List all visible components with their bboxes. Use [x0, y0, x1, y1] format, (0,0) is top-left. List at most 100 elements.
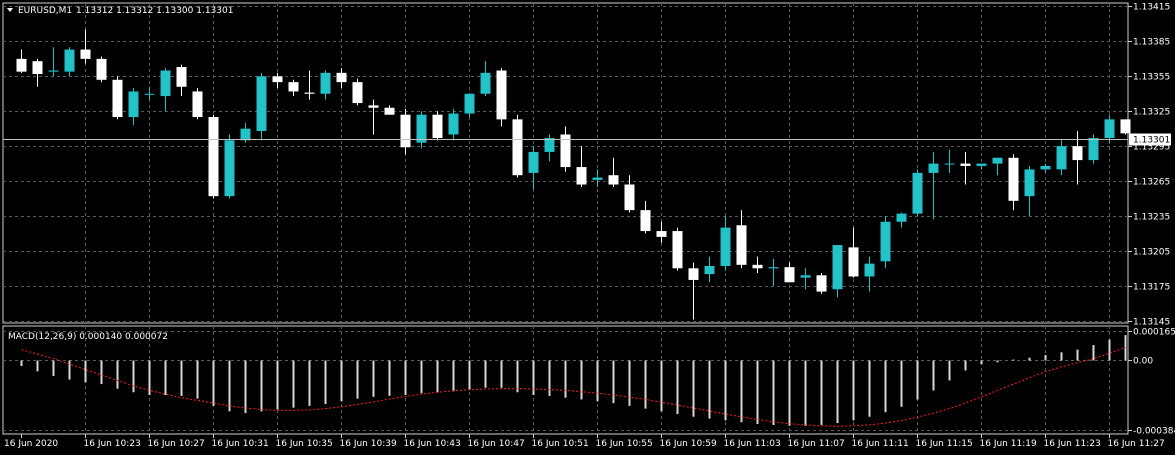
symbol-header[interactable]: EURUSD,M1 1.13312 1.13312 1.13300 1.1330… — [7, 6, 233, 16]
candle-bull — [464, 93, 475, 114]
candle-bull — [64, 49, 75, 72]
candle-bear — [288, 82, 299, 92]
candle-bear — [512, 119, 523, 176]
candle-bull — [880, 221, 891, 262]
candle-bull — [160, 70, 171, 97]
candle-bear — [16, 58, 27, 72]
candle-bear — [96, 58, 107, 80]
time-tick-label: 16 Jun 11:27 — [1108, 439, 1165, 449]
time-tick-label: 16 Jun 11:11 — [852, 439, 909, 449]
time-tick-label: 16 Jun 2020 — [4, 439, 58, 449]
candle-bull — [864, 263, 875, 277]
candle-bull — [1040, 165, 1051, 170]
candle-bull — [240, 128, 251, 141]
candle-bear — [272, 76, 283, 83]
ohlc-values: 1.13312 1.13312 1.13300 1.13301 — [76, 6, 233, 16]
candle-bear — [672, 231, 683, 269]
candle-bull — [832, 245, 843, 290]
time-tick-label: 16 Jun 11:15 — [916, 439, 973, 449]
time-tick-label: 16 Jun 10:51 — [532, 439, 589, 449]
candle-bull — [256, 76, 267, 131]
macd-tick-label: 0.000165 — [1133, 328, 1175, 338]
candle-bear — [432, 114, 443, 138]
candle-bull — [976, 163, 987, 166]
price-tick-label: 1.13325 — [1133, 108, 1170, 118]
candle-bull — [1088, 137, 1099, 161]
macd-tick-label: -0.000384 — [1133, 427, 1175, 437]
time-tick-label: 16 Jun 11:07 — [788, 439, 845, 449]
time-tick-label: 16 Jun 10:27 — [148, 439, 205, 449]
macd-tick-label: 0.00 — [1133, 357, 1153, 367]
time-tick-label: 16 Jun 10:43 — [404, 439, 461, 449]
candle-bear — [960, 163, 971, 166]
time-tick-label: 16 Jun 10:47 — [468, 439, 525, 449]
candle-bear — [368, 105, 379, 108]
price-tick-label: 1.13205 — [1133, 248, 1170, 258]
candle-bear — [752, 264, 763, 269]
candle-bear — [1120, 119, 1131, 134]
time-tick-label: 16 Jun 11:19 — [980, 439, 1037, 449]
candle-bull — [416, 114, 427, 143]
candle-bear — [496, 70, 507, 120]
candle-bull — [128, 91, 139, 118]
candle-bear — [384, 107, 395, 115]
price-tick-label: 1.13175 — [1133, 283, 1170, 293]
candle-bull — [1024, 169, 1035, 197]
candle-bear — [640, 210, 651, 232]
time-tick-label: 16 Jun 10:55 — [596, 439, 653, 449]
price-tick-label: 1.13145 — [1133, 318, 1170, 328]
candle-bear — [736, 225, 747, 265]
candle-bear — [176, 67, 187, 87]
candle-bear — [1008, 157, 1019, 201]
price-tick-label: 1.13385 — [1133, 38, 1170, 48]
bid-price-text: 1.13301 — [1133, 136, 1170, 146]
candle-bull — [768, 267, 779, 269]
price-tick-label: 1.13355 — [1133, 73, 1170, 83]
time-tick-label: 16 Jun 10:39 — [340, 439, 397, 449]
candle-bull — [320, 72, 331, 94]
candle-bull — [928, 163, 939, 173]
candle-bull — [528, 151, 539, 173]
candle-bear — [816, 275, 827, 292]
candle-bear — [304, 92, 315, 94]
candle-bear — [336, 72, 347, 83]
candle-bear — [608, 175, 619, 185]
price-tick-label: 1.13415 — [1133, 3, 1170, 13]
candle-bull — [448, 113, 459, 135]
candle-bull — [944, 163, 955, 165]
candle-bear — [112, 79, 123, 118]
candle-bull — [704, 265, 715, 275]
candle-bull — [720, 227, 731, 266]
candle-bull — [48, 70, 59, 72]
candle-bull — [592, 177, 603, 180]
candle-bear — [656, 231, 667, 237]
candle-bull — [992, 157, 1003, 164]
candle-bear — [848, 247, 859, 277]
symbol-label: EURUSD,M1 — [18, 6, 72, 16]
time-tick-label: 16 Jun 10:23 — [84, 439, 141, 449]
candle-bull — [896, 213, 907, 222]
candle-bull — [800, 275, 811, 278]
candle-bear — [80, 49, 91, 59]
macd-label: MACD(12,26,9) 0.000140 0.000072 — [8, 332, 168, 342]
candle-bull — [224, 140, 235, 197]
time-tick-label: 16 Jun 11:23 — [1044, 439, 1101, 449]
price-tick-label: 1.13235 — [1133, 213, 1170, 223]
candle-bear — [192, 91, 203, 118]
candle-bull — [1104, 119, 1115, 138]
candle-bear — [784, 267, 795, 283]
time-tick-label: 16 Jun 11:03 — [724, 439, 781, 449]
price-tick-label: 1.13265 — [1133, 178, 1170, 188]
candle-bull — [912, 172, 923, 214]
candle-bear — [624, 184, 635, 211]
chart-background — [0, 0, 1175, 455]
candle-bear — [576, 167, 587, 185]
time-tick-label: 16 Jun 10:31 — [212, 439, 269, 449]
time-tick-label: 16 Jun 10:59 — [660, 439, 717, 449]
candle-bear — [208, 117, 219, 197]
candle-bear — [32, 61, 43, 74]
chart-canvas: 1.134151.133851.133551.133251.132951.132… — [0, 0, 1175, 455]
candle-bull — [480, 72, 491, 94]
candle-bear — [400, 114, 411, 148]
candle-bear — [352, 82, 363, 104]
